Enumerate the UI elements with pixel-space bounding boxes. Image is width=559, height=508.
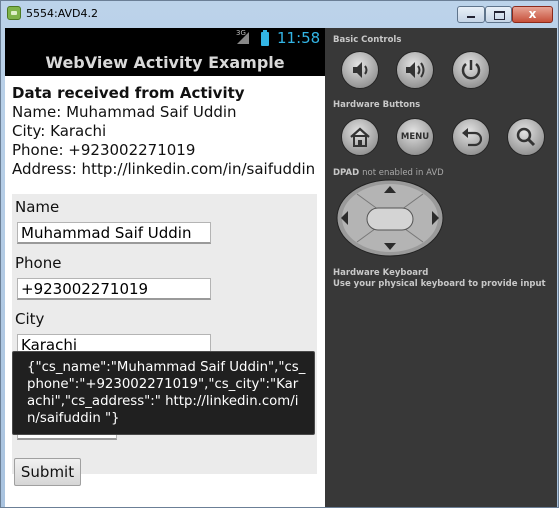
close-button[interactable]: x (512, 6, 553, 23)
received-address: Address: http://linkedin.com/in/saifuddi… (12, 160, 316, 178)
received-name: Name: Muhammad Saif Uddin (12, 103, 237, 121)
android-app-icon (7, 6, 21, 20)
phone-label: Phone (15, 254, 62, 272)
signal-icon (237, 32, 249, 44)
minimize-button[interactable] (457, 6, 485, 23)
search-button[interactable] (507, 118, 545, 156)
received-city: City: Karachi (12, 122, 107, 140)
name-label: Name (15, 198, 60, 216)
phone-field[interactable]: +923002271019 (17, 278, 211, 300)
status-bar: 3G 11:58 (5, 28, 325, 50)
hardware-keyboard-info: Hardware Keyboard Use your physical keyb… (333, 268, 546, 290)
window-title: 5554:AVD4.2 (26, 7, 99, 20)
app-title: WebView Activity Example (45, 53, 285, 72)
dpad-note: not enabled in AVD (362, 168, 444, 178)
hardware-buttons-title: Hardware Buttons (333, 100, 421, 110)
name-field[interactable]: Muhammad Saif Uddin (17, 222, 211, 244)
close-icon: x (528, 7, 537, 21)
menu-icon: MENU (400, 132, 430, 142)
json-toast: {"cs_name":"Muhammad Saif Uddin","cs_pho… (12, 351, 315, 435)
home-icon (350, 127, 370, 147)
received-data-block: Data received from Activity Name: Muhamm… (12, 84, 315, 179)
keyboard-title: Hardware Keyboard (333, 268, 429, 278)
menu-button[interactable]: MENU (396, 118, 434, 156)
device-screen: 3G 11:58 WebView Activity Example Data r… (5, 28, 325, 507)
city-label: City (15, 310, 45, 328)
status-clock: 11:58 (277, 29, 321, 47)
home-button[interactable] (341, 118, 379, 156)
volume-up-button[interactable] (396, 51, 434, 89)
emulator-window: 5554:AVD4.2 x 3G 11:58 WebView Activity … (0, 0, 559, 508)
received-heading: Data received from Activity (12, 84, 245, 102)
action-bar: WebView Activity Example (5, 50, 325, 76)
power-icon (461, 60, 481, 80)
emulator-controls-panel: Basic Controls Hardware Buttons MENU DPA… (325, 28, 557, 507)
battery-icon (261, 30, 269, 46)
basic-controls-title: Basic Controls (333, 35, 402, 45)
power-button[interactable] (452, 51, 490, 89)
keyboard-note: Use your physical keyboard to provide in… (333, 279, 546, 289)
submit-button[interactable]: Submit (14, 458, 81, 486)
received-phone: Phone: +923002271019 (12, 141, 196, 159)
maximize-button[interactable] (485, 6, 512, 23)
back-button[interactable] (452, 118, 490, 156)
search-icon (516, 127, 536, 147)
back-icon (462, 128, 483, 147)
dpad-label: DPAD (333, 168, 360, 178)
volume-down-button[interactable] (341, 51, 379, 89)
window-titlebar[interactable]: 5554:AVD4.2 x (1, 1, 558, 27)
volume-down-icon (353, 62, 368, 78)
dpad-title: DPAD not enabled in AVD (333, 168, 444, 178)
dpad-control[interactable] (335, 178, 445, 258)
volume-up-icon (406, 62, 425, 78)
